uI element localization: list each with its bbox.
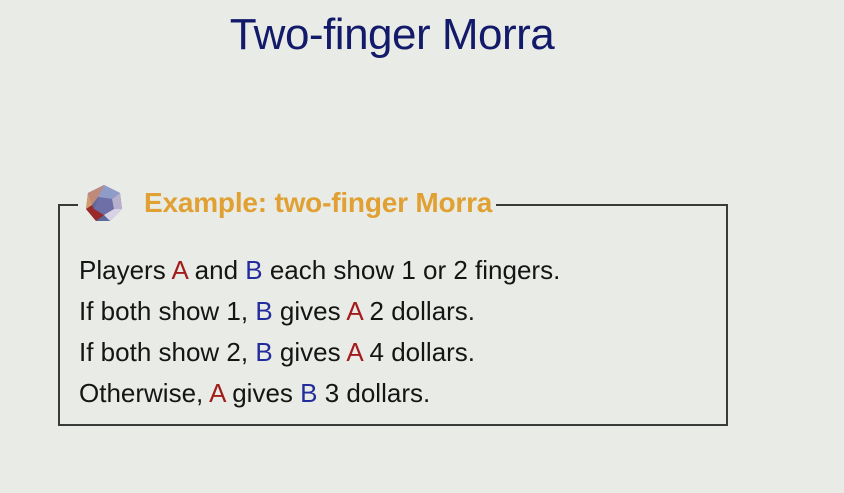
slide: Two-finger Morra Example: two-finger Mor… xyxy=(0,0,844,493)
player-a: A xyxy=(346,337,363,367)
rule-line-1: Players A and B each show 1 or 2 fingers… xyxy=(79,255,561,285)
slide-title: Two-finger Morra xyxy=(229,10,555,59)
rules-text: Players A and B each show 1 or 2 fingers… xyxy=(79,250,560,414)
rule-line-4: Otherwise, A gives B 3 dollars. xyxy=(79,378,431,408)
player-a: A xyxy=(171,255,188,285)
example-header: Example: two-finger Morra xyxy=(78,180,497,226)
player-a: A xyxy=(209,378,225,408)
example-title: Example: two-finger Morra xyxy=(144,187,493,218)
player-b: B xyxy=(245,255,263,285)
player-b: B xyxy=(300,378,318,408)
player-a: A xyxy=(346,296,363,326)
rule-line-3: If both show 2, B gives A 4 dollars. xyxy=(79,337,476,367)
rule-line-2: If both show 1, B gives A 2 dollars. xyxy=(79,296,476,326)
player-b: B xyxy=(255,337,273,367)
player-b: B xyxy=(255,296,273,326)
dodecahedron-icon xyxy=(86,185,122,221)
